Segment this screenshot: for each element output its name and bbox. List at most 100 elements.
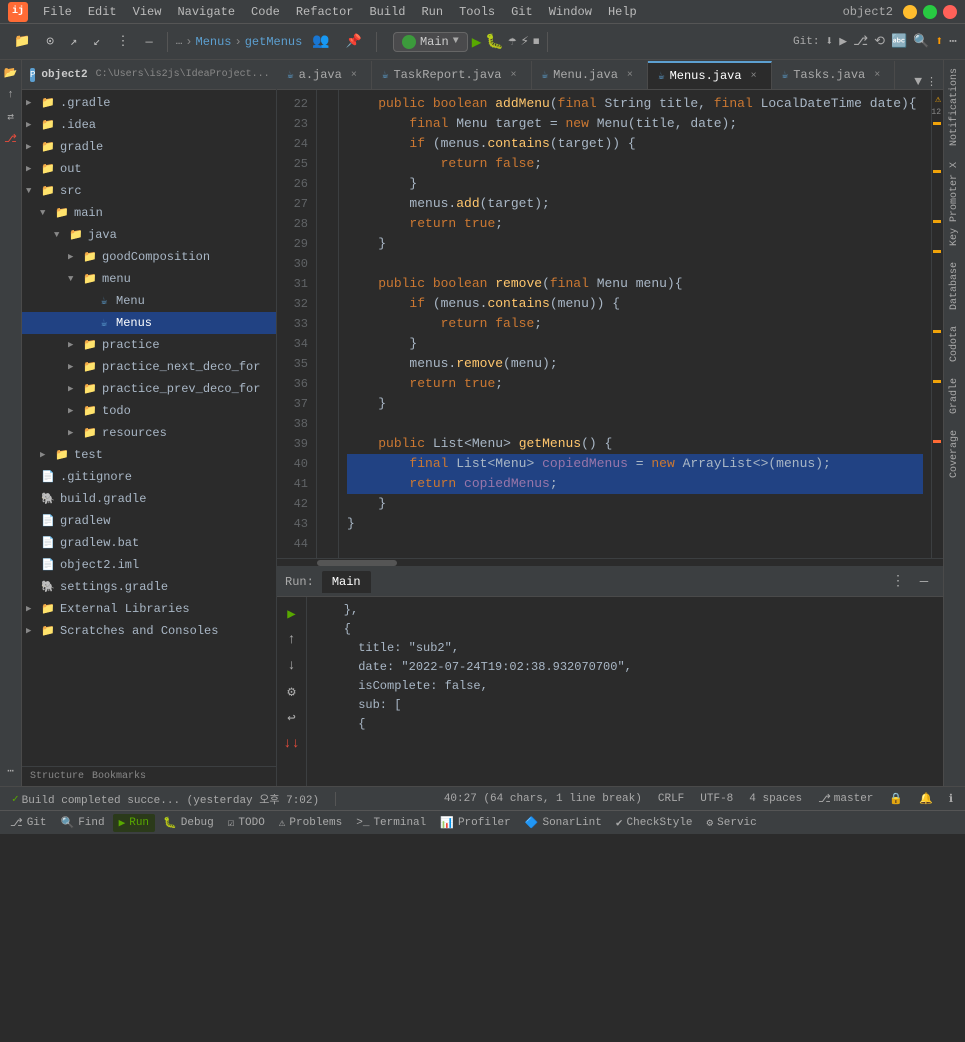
sidebar-item-src[interactable]: ▼📁src [22, 180, 276, 202]
run-config-selector[interactable]: Main ▼ [393, 32, 468, 52]
sidebar-item-build.gradle[interactable]: 🐘build.gradle [22, 488, 276, 510]
scroll-down-button[interactable]: ↓ [281, 655, 303, 677]
sidebar-item-gradle[interactable]: ▶📁gradle [22, 136, 276, 158]
collapse-icon-btn[interactable]: ↙ [87, 31, 106, 52]
git-history-btn[interactable]: ⟲ [874, 34, 885, 49]
problems-bottom-btn[interactable]: ⚠ Problems [273, 814, 348, 832]
git-activity-btn[interactable]: ⎇ [2, 130, 20, 148]
sidebar-item-.idea[interactable]: ▶📁.idea [22, 114, 276, 136]
line-ending-status[interactable]: CRLF [654, 793, 688, 805]
editor-tab-ajava[interactable]: ☕a.java× [277, 61, 372, 89]
menu-file[interactable]: File [36, 3, 79, 21]
breadcrumb-menus[interactable]: Menus [196, 35, 232, 49]
sidebar-item-practice[interactable]: ▶📁practice [22, 334, 276, 356]
close-button[interactable]: × [943, 5, 957, 19]
todo-bottom-btn[interactable]: ☑ TODO [222, 814, 271, 832]
bp-menu-btn[interactable]: ⋮ [887, 571, 909, 593]
lock-status[interactable]: 🔒 [885, 792, 907, 806]
build-status[interactable]: ✓ Build completed succe... (yesterday 오후… [8, 791, 323, 807]
menu-build[interactable]: Build [362, 3, 412, 21]
run-bottom-btn[interactable]: ▶ Run [113, 814, 155, 832]
menu-run[interactable]: Run [414, 3, 450, 21]
right-tab-gradle[interactable]: Gradle [945, 370, 964, 422]
settings-run-button[interactable]: ⚙ [281, 681, 303, 703]
sidebar-item-gradlew[interactable]: 📄gradlew [22, 510, 276, 532]
menu-edit[interactable]: Edit [81, 3, 124, 21]
servic-bottom-btn[interactable]: ⚙ Servic [701, 814, 763, 832]
search-btn[interactable]: 🔍 [913, 34, 929, 49]
bookmarks-activity-btn[interactable]: ⋯ [2, 762, 20, 780]
git-bottom-btn[interactable]: ⎇ Git [4, 814, 53, 832]
sidebar-item-menu[interactable]: ☕Menu [22, 290, 276, 312]
git-branch-btn[interactable]: ⎇ [853, 34, 868, 49]
checkstyle-bottom-btn[interactable]: ✔ CheckStyle [610, 814, 699, 832]
menu-refactor[interactable]: Refactor [289, 3, 361, 21]
coverage-button[interactable]: ☂ [508, 33, 516, 50]
scroll-up-button[interactable]: ↑ [281, 629, 303, 651]
project-activity-btn[interactable]: 📂 [2, 64, 20, 82]
menu-view[interactable]: View [126, 3, 169, 21]
project-icon-btn[interactable]: 📁 [8, 31, 36, 52]
target-icon-btn[interactable]: ⊙ [40, 31, 60, 52]
commit-activity-btn[interactable]: ↑ [2, 86, 20, 104]
sidebar-item-test[interactable]: ▶📁test [22, 444, 276, 466]
bp-close-btn[interactable]: — [913, 571, 935, 593]
bookmarks-footer-item[interactable]: Bookmarks [92, 771, 146, 782]
info-status[interactable]: ℹ [945, 792, 957, 806]
sidebar-item-externallibraries[interactable]: ▶📁External Libraries [22, 598, 276, 620]
menu-window[interactable]: Window [542, 3, 599, 21]
minimize-panel-btn[interactable]: — [139, 32, 158, 52]
editor-tab-taskreportjava[interactable]: ☕TaskReport.java× [372, 61, 532, 89]
debug-button[interactable]: 🐛 [485, 32, 504, 51]
sidebar-item-out[interactable]: ▶📁out [22, 158, 276, 180]
re-run-button[interactable]: ▶ [281, 603, 303, 625]
editor-tab-menusjava[interactable]: ☕Menus.java× [648, 61, 772, 89]
tab-close-btn[interactable]: × [870, 68, 884, 82]
sidebar-item-main[interactable]: ▼📁main [22, 202, 276, 224]
encoding-status[interactable]: UTF-8 [696, 793, 737, 805]
sidebar-item-goodcomposition[interactable]: ▶📁goodComposition [22, 246, 276, 268]
right-tab-notifications[interactable]: Notifications [945, 60, 964, 154]
menu-tools[interactable]: Tools [452, 3, 502, 21]
tab-scroll-down[interactable]: ▼ [914, 74, 922, 89]
sidebar-item-settings.gradle[interactable]: 🐘settings.gradle [22, 576, 276, 598]
translate-btn[interactable]: 🔤 [891, 34, 907, 49]
right-tab-coverage[interactable]: Coverage [945, 422, 964, 486]
right-tab-database[interactable]: Database [945, 254, 964, 318]
sidebar-item-.gradle[interactable]: ▶📁.gradle [22, 92, 276, 114]
sidebar-item-practice_prev_deco_for[interactable]: ▶📁practice_prev_deco_for [22, 378, 276, 400]
expand-icon-btn[interactable]: ↗ [64, 31, 83, 52]
pull-request-activity-btn[interactable]: ⇄ [2, 108, 20, 126]
vcs-status[interactable]: ⎇ master [814, 792, 877, 806]
menu-code[interactable]: Code [244, 3, 287, 21]
structure-footer-item[interactable]: Structure [30, 771, 84, 782]
tab-overflow-btn[interactable]: ⋮ [926, 75, 937, 89]
find-bottom-btn[interactable]: 🔍 Find [55, 814, 111, 832]
sidebar-item-practice_next_deco_for[interactable]: ▶📁practice_next_deco_for [22, 356, 276, 378]
sidebar-item-.gitignore[interactable]: 📄.gitignore [22, 466, 276, 488]
maximize-button[interactable]: □ [923, 5, 937, 19]
git-push-btn[interactable]: ▶ [839, 34, 847, 49]
settings-icon-btn[interactable]: ⋮ [110, 31, 135, 52]
sidebar-item-object2.iml[interactable]: 📄object2.iml [22, 554, 276, 576]
more-btn[interactable]: ⋯ [949, 34, 957, 49]
output-area[interactable]: }, { title: "sub2", date: "2022-07-24T19… [307, 597, 943, 786]
update-btn[interactable]: ⬆ [935, 34, 943, 49]
menu-git[interactable]: Git [504, 3, 540, 21]
breadcrumb-getmenus[interactable]: getMenus [245, 35, 303, 49]
minimize-button[interactable]: – [903, 5, 917, 19]
sidebar-item-resources[interactable]: ▶📁resources [22, 422, 276, 444]
git-update-btn[interactable]: ⬇ [825, 34, 833, 49]
debug-bottom-btn[interactable]: 🐛 Debug [157, 814, 220, 832]
position-status[interactable]: 40:27 (64 chars, 1 line break) [440, 793, 646, 805]
horizontal-scrollbar[interactable] [277, 558, 943, 566]
editor-tab-tasksjava[interactable]: ☕Tasks.java× [772, 61, 896, 89]
stop-run-button[interactable]: ↓↓ [281, 733, 303, 755]
editor-tab-menujava[interactable]: ☕Menu.java× [532, 61, 648, 89]
tab-close-btn[interactable]: × [623, 68, 637, 82]
sidebar-item-menus[interactable]: ☕Menus [22, 312, 276, 334]
stop-button[interactable]: ⏹ [533, 34, 540, 49]
tab-close-btn[interactable]: × [347, 68, 361, 82]
indent-status[interactable]: 4 spaces [745, 793, 806, 805]
profile-button[interactable]: ⚡ [521, 33, 529, 50]
